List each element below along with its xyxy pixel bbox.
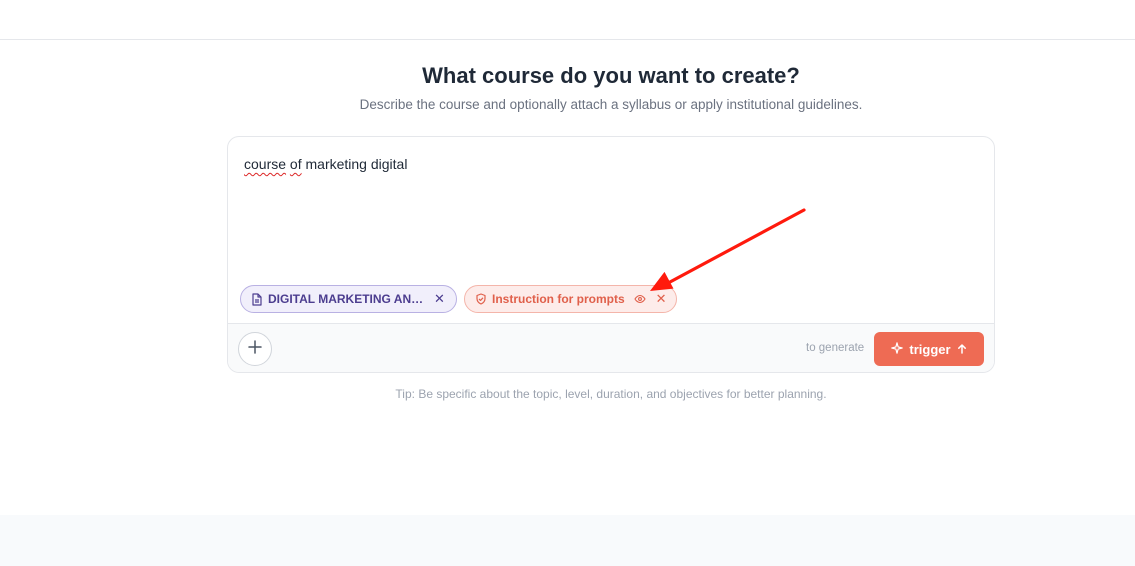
page-title: What course do you want to create? (422, 63, 800, 88)
close-icon[interactable]: ✕ (434, 291, 445, 307)
composer-footer: to generate trigger (228, 323, 994, 372)
guideline-chip-label: Instruction for prompts (492, 292, 625, 306)
prompt-word-misspelled: of (289, 156, 302, 172)
attachment-chips: DIGITAL MARKETING AN… ✕ Instruction for … (240, 285, 677, 313)
add-attachment-button[interactable] (238, 332, 272, 366)
plus-icon (248, 339, 262, 359)
prompt-word: marketing digital (305, 156, 408, 172)
top-bar (0, 0, 1135, 40)
course-composer: course of marketing digital DIGITAL MARK… (227, 136, 995, 373)
syllabus-chip[interactable]: DIGITAL MARKETING AN… ✕ (240, 285, 457, 313)
bottom-band (0, 515, 1135, 566)
tip-text: Tip: Be specific about the topic, level,… (395, 387, 827, 401)
prompt-word-misspelled: course (244, 156, 287, 172)
syllabus-chip-label: DIGITAL MARKETING AN… (268, 292, 424, 306)
generate-hint: to generate (806, 342, 865, 354)
sparkle-icon (891, 341, 904, 357)
trigger-button-label: trigger (909, 341, 951, 357)
prompt-input[interactable]: course of marketing digital (244, 156, 407, 172)
arrow-up-icon (957, 342, 967, 357)
trigger-button[interactable]: trigger (874, 332, 984, 366)
page-subtitle: Describe the course and optionally attac… (359, 97, 863, 112)
shield-check-icon (475, 293, 487, 305)
annotation-arrow (650, 208, 806, 291)
document-icon (251, 292, 263, 306)
